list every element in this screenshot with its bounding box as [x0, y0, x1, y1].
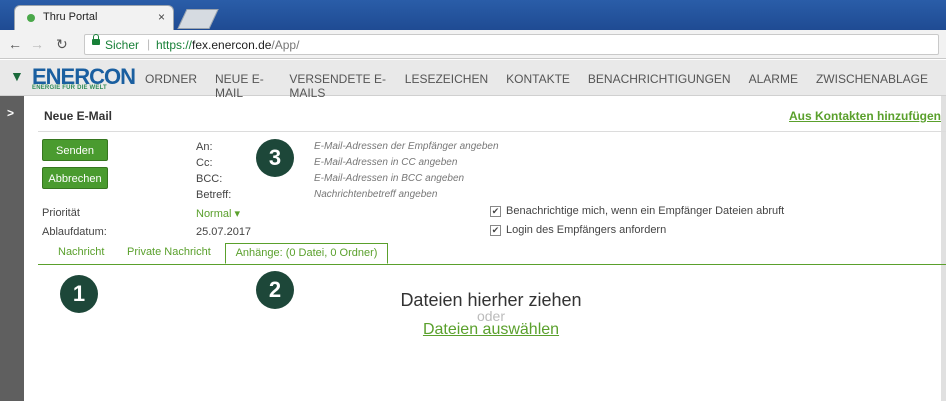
- priority-select[interactable]: Normal ▾: [196, 207, 240, 220]
- nav-versendete-emails[interactable]: VERSENDETE E-MAILS: [289, 72, 386, 100]
- cc-label: Cc:: [196, 157, 213, 169]
- side-rail: >: [0, 96, 24, 401]
- expiry-date-field[interactable]: 25.07.2017: [196, 226, 251, 238]
- url-separator: |: [147, 37, 151, 51]
- bcc-label: BCC:: [196, 173, 223, 185]
- tab-private-message[interactable]: Private Nachricht: [127, 246, 211, 258]
- secure-label: Sicher: [105, 38, 140, 52]
- callout-badge-3: 3: [256, 139, 294, 177]
- logo-tagline: ENERGIE FÜR DIE WELT: [32, 85, 107, 91]
- expand-sidebar-icon[interactable]: >: [7, 106, 14, 120]
- nav-zwischenablage[interactable]: ZWISCHENABLAGE: [816, 72, 928, 100]
- tab-attachments[interactable]: Anhänge: (0 Datei, 0 Ordner): [225, 243, 388, 264]
- cancel-button[interactable]: Abbrechen: [42, 167, 108, 189]
- bcc-field[interactable]: E-Mail-Adressen in BCC angeben: [314, 173, 464, 184]
- address-bar: ← → ↻ Sicher | https://fex.enercon.de/Ap…: [0, 30, 946, 59]
- url-input[interactable]: Sicher | https://fex.enercon.de/App/: [84, 34, 939, 55]
- nav-lesezeichen[interactable]: LESEZEICHEN: [405, 72, 488, 100]
- tab-message[interactable]: Nachricht: [58, 246, 104, 258]
- app-header: ▼ ENERCON ENERGIE FÜR DIE WELT ORDNER NE…: [0, 60, 946, 100]
- tab-title: Thru Portal: [43, 11, 98, 23]
- add-from-contacts-link[interactable]: Aus Kontakten hinzufügen: [789, 109, 941, 123]
- back-icon[interactable]: ←: [8, 36, 22, 52]
- select-files-link[interactable]: Dateien auswählen: [0, 321, 946, 339]
- priority-label: Priorität: [42, 207, 80, 219]
- browser-tab-bar: Thru Portal ×: [0, 0, 946, 30]
- require-login-checkbox[interactable]: ✔ Login des Empfängers anfordern: [490, 224, 666, 236]
- reload-icon[interactable]: ↻: [56, 36, 68, 53]
- favicon-icon: [27, 14, 35, 22]
- nav-ordner[interactable]: ORDNER: [145, 72, 197, 100]
- tab-underline: [38, 264, 946, 265]
- nav-kontakte[interactable]: KONTAKTE: [506, 72, 570, 100]
- title-divider: [38, 131, 946, 132]
- lock-icon: [92, 34, 100, 45]
- right-scroll-edge: [941, 96, 946, 401]
- cc-field[interactable]: E-Mail-Adressen in CC angeben: [314, 157, 457, 168]
- nav-benachrichtigungen[interactable]: BENACHRICHTIGUNGEN: [588, 72, 731, 100]
- page-title: Neue E-Mail: [44, 109, 113, 123]
- expiry-label: Ablaufdatum:: [42, 226, 107, 238]
- new-tab-button[interactable]: [177, 9, 219, 29]
- forward-icon[interactable]: →: [30, 36, 44, 52]
- browser-tab[interactable]: Thru Portal ×: [14, 5, 174, 30]
- subject-field[interactable]: Nachrichtenbetreff angeben: [314, 189, 437, 200]
- nav-neue-email[interactable]: NEUE E-MAIL: [215, 72, 271, 100]
- subject-label: Betreff:: [196, 189, 232, 201]
- send-button[interactable]: Senden: [42, 139, 108, 161]
- main-nav: ORDNER NEUE E-MAIL VERSENDETE E-MAILS LE…: [145, 72, 946, 100]
- nav-alarme[interactable]: ALARME: [749, 72, 798, 100]
- tab-close-icon[interactable]: ×: [158, 10, 165, 24]
- url-text: https://fex.enercon.de/App/: [156, 38, 300, 52]
- notify-checkbox[interactable]: ✔ Benachrichtige mich, wenn ein Empfänger…: [490, 205, 784, 217]
- checkbox-checked-icon: ✔: [490, 224, 501, 236]
- to-label: An:: [196, 141, 213, 153]
- chevron-down-icon: ▾: [234, 208, 241, 220]
- enercon-logo-icon: ▼: [10, 68, 24, 84]
- checkbox-checked-icon: ✔: [490, 205, 501, 217]
- to-field[interactable]: E-Mail-Adressen der Empfänger angeben: [314, 141, 499, 152]
